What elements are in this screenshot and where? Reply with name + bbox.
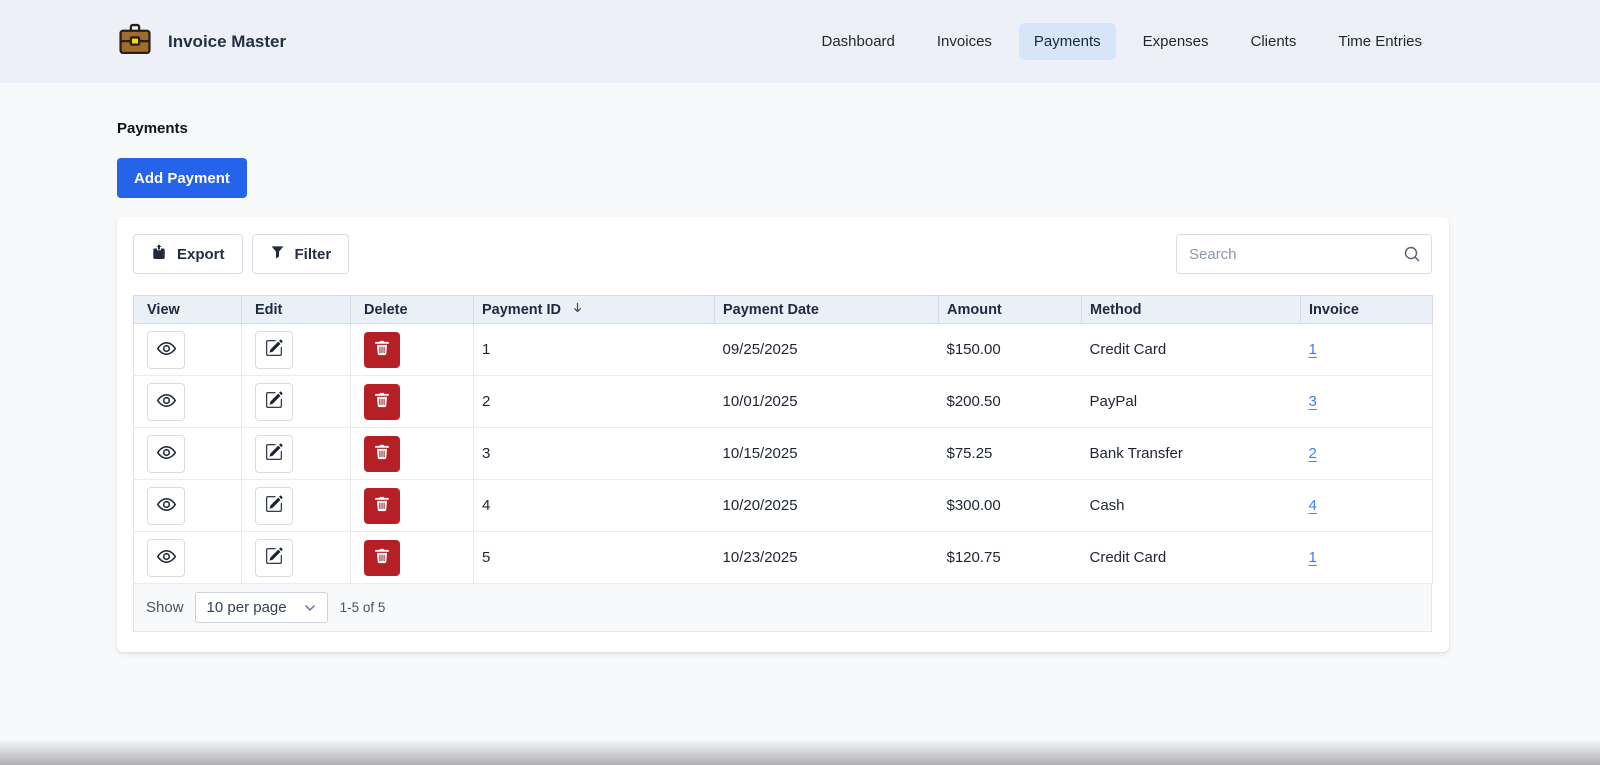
app-title: Invoice Master — [168, 32, 286, 52]
app-brand: Invoice Master — [117, 23, 286, 61]
eye-icon — [156, 494, 177, 518]
page-size-select[interactable]: 10 per page — [195, 592, 328, 623]
method-cell: Credit Card — [1082, 324, 1301, 376]
invoice-link[interactable]: 1 — [1309, 341, 1317, 358]
trash-icon — [374, 392, 390, 411]
delete-button[interactable] — [364, 384, 400, 420]
table-row: 1 09/25/2025 $150.00 Credit Card 1 — [134, 324, 1433, 376]
nav-item-expenses[interactable]: Expenses — [1128, 23, 1224, 60]
eye-icon — [156, 546, 177, 570]
payments-card: Export Filter View — [117, 217, 1449, 652]
view-button[interactable] — [147, 435, 185, 473]
header-view: View — [134, 296, 242, 324]
export-icon — [151, 244, 167, 264]
payment-date-cell: 09/25/2025 — [715, 324, 939, 376]
trash-icon — [374, 340, 390, 359]
main-nav: Dashboard Invoices Payments Expenses Cli… — [795, 23, 1438, 60]
view-button[interactable] — [147, 383, 185, 421]
payment-id-cell: 4 — [474, 480, 715, 532]
amount-cell: $150.00 — [939, 324, 1082, 376]
method-cell: PayPal — [1082, 376, 1301, 428]
payment-date-cell: 10/15/2025 — [715, 428, 939, 480]
header-invoice[interactable]: Invoice — [1301, 296, 1433, 324]
pencil-square-icon — [265, 495, 283, 516]
method-cell: Cash — [1082, 480, 1301, 532]
eye-icon — [156, 338, 177, 362]
table-row: 5 10/23/2025 $120.75 Credit Card 1 — [134, 532, 1433, 584]
show-label: Show — [146, 599, 184, 616]
edit-button[interactable] — [255, 487, 293, 525]
invoice-link[interactable]: 1 — [1309, 549, 1317, 566]
view-button[interactable] — [147, 331, 185, 369]
table-footer: Show 10 per page 1-5 of 5 — [133, 584, 1432, 632]
method-cell: Credit Card — [1082, 532, 1301, 584]
search-box — [1176, 234, 1432, 274]
header-method[interactable]: Method — [1082, 296, 1301, 324]
nav-item-payments[interactable]: Payments — [1019, 23, 1116, 60]
eye-icon — [156, 390, 177, 414]
delete-button[interactable] — [364, 436, 400, 472]
amount-cell: $300.00 — [939, 480, 1082, 532]
main-content: Payments Add Payment Export Filter — [117, 120, 1449, 652]
header-payment-id[interactable]: Payment ID — [474, 296, 715, 324]
pencil-square-icon — [265, 339, 283, 360]
delete-button[interactable] — [364, 540, 400, 576]
payment-id-cell: 3 — [474, 428, 715, 480]
table-header-row: View Edit Delete Payment ID Payment Date… — [134, 296, 1433, 324]
filter-button[interactable]: Filter — [252, 234, 350, 274]
method-cell: Bank Transfer — [1082, 428, 1301, 480]
payment-date-cell: 10/23/2025 — [715, 532, 939, 584]
table-toolbar: Export Filter — [133, 234, 1432, 274]
view-button[interactable] — [147, 487, 185, 525]
view-button[interactable] — [147, 539, 185, 577]
payment-id-cell: 1 — [474, 324, 715, 376]
amount-cell: $75.25 — [939, 428, 1082, 480]
pencil-square-icon — [265, 391, 283, 412]
edit-button[interactable] — [255, 539, 293, 577]
invoice-link[interactable]: 3 — [1309, 393, 1317, 410]
edit-button[interactable] — [255, 435, 293, 473]
export-button[interactable]: Export — [133, 234, 243, 274]
table-row: 4 10/20/2025 $300.00 Cash 4 — [134, 480, 1433, 532]
trash-icon — [374, 444, 390, 463]
trash-icon — [374, 496, 390, 515]
chevron-down-icon — [304, 599, 316, 616]
invoice-link[interactable]: 4 — [1309, 497, 1317, 514]
eye-icon — [156, 442, 177, 466]
table-row: 3 10/15/2025 $75.25 Bank Transfer 2 — [134, 428, 1433, 480]
payment-date-cell: 10/01/2025 — [715, 376, 939, 428]
payments-table: View Edit Delete Payment ID Payment Date… — [133, 295, 1433, 584]
header-delete: Delete — [351, 296, 474, 324]
pencil-square-icon — [265, 547, 283, 568]
nav-item-invoices[interactable]: Invoices — [922, 23, 1007, 60]
add-payment-button[interactable]: Add Payment — [117, 158, 247, 198]
pagination-range: 1-5 of 5 — [340, 600, 386, 615]
pencil-square-icon — [265, 443, 283, 464]
payment-id-cell: 5 — [474, 532, 715, 584]
page-title: Payments — [117, 120, 1449, 137]
briefcase-logo-icon — [117, 23, 153, 61]
nav-item-clients[interactable]: Clients — [1236, 23, 1312, 60]
filter-icon — [270, 245, 285, 264]
edit-button[interactable] — [255, 383, 293, 421]
header-payment-date[interactable]: Payment Date — [715, 296, 939, 324]
header-amount[interactable]: Amount — [939, 296, 1082, 324]
trash-icon — [374, 548, 390, 567]
nav-item-dashboard[interactable]: Dashboard — [807, 23, 910, 60]
sort-descending-icon — [571, 301, 584, 318]
window-bottom-shadow — [0, 739, 1600, 765]
payment-id-cell: 2 — [474, 376, 715, 428]
edit-button[interactable] — [255, 331, 293, 369]
payment-date-cell: 10/20/2025 — [715, 480, 939, 532]
invoice-link[interactable]: 2 — [1309, 445, 1317, 462]
nav-item-time-entries[interactable]: Time Entries — [1323, 23, 1437, 60]
amount-cell: $200.50 — [939, 376, 1082, 428]
delete-button[interactable] — [364, 488, 400, 524]
search-input[interactable] — [1176, 234, 1432, 274]
amount-cell: $120.75 — [939, 532, 1082, 584]
header-edit: Edit — [242, 296, 351, 324]
top-navigation-bar: Invoice Master Dashboard Invoices Paymen… — [0, 0, 1600, 83]
delete-button[interactable] — [364, 332, 400, 368]
table-row: 2 10/01/2025 $200.50 PayPal 3 — [134, 376, 1433, 428]
